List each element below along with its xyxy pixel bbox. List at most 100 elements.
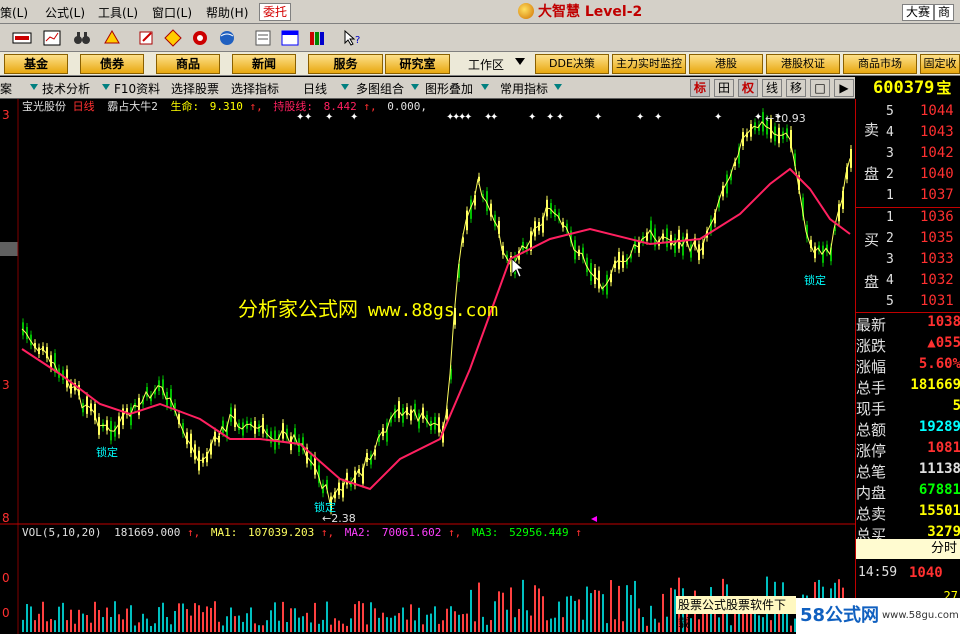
ma1-label: MA1:: [211, 526, 238, 539]
tech-dropdown-icon[interactable]: [30, 84, 38, 90]
note-icon[interactable]: [253, 29, 273, 47]
stat-total-sell: 总卖 15501: [856, 502, 960, 524]
books-icon[interactable]: [308, 29, 328, 47]
f10-dropdown-icon[interactable]: [102, 84, 110, 90]
alert-icon[interactable]: [102, 29, 122, 47]
func-f10[interactable]: F10资料: [114, 80, 160, 97]
nav-commodity[interactable]: 商品: [156, 54, 220, 74]
multi-dropdown-icon[interactable]: [411, 84, 419, 90]
binoculars-icon[interactable]: [72, 29, 92, 47]
workzone-label[interactable]: 工作区: [468, 56, 504, 73]
menu-window[interactable]: 窗口(L): [152, 4, 192, 21]
pen-icon[interactable]: [137, 29, 157, 47]
nav-research[interactable]: 研究室: [385, 54, 450, 74]
sell-row-2[interactable]: 2 1040: [856, 165, 960, 185]
ma2-label: MA2:: [345, 526, 372, 539]
buy-row-1[interactable]: 1 1036: [856, 208, 960, 228]
download-banner[interactable]: 股票公式股票软件下载: [676, 596, 796, 630]
func-multi-chart[interactable]: 多图组合: [356, 80, 404, 97]
menu-strategy[interactable]: 策(L): [0, 4, 28, 21]
play-button[interactable]: ▶: [834, 79, 854, 97]
grid-button[interactable]: 田: [714, 79, 734, 97]
diamond-icon[interactable]: [163, 29, 183, 47]
high-value: 10.93: [774, 112, 806, 125]
stock-code[interactable]: 600379 宝: [855, 77, 960, 99]
nav-bond[interactable]: 债券: [80, 54, 144, 74]
chart-grid-icon[interactable]: [42, 29, 62, 47]
sell-row-4[interactable]: 4 1043: [856, 123, 960, 143]
buy-row-2[interactable]: 2 1035: [856, 229, 960, 249]
stat-label: 内盘: [856, 484, 887, 502]
nav-service[interactable]: 服务: [308, 54, 383, 74]
func-plan[interactable]: 案: [0, 80, 12, 97]
nav-commodity-market[interactable]: 商品市场: [843, 54, 917, 74]
svg-text:✦: ✦: [636, 112, 644, 123]
window-icon[interactable]: [280, 29, 300, 47]
indicator-dropdown-icon[interactable]: [554, 84, 562, 90]
function-bar: 案 技术分析 F10资料 选择股票 选择指标 日线 多图组合 图形叠加 常用指标…: [0, 77, 960, 99]
buy-row-3[interactable]: 3 1033: [856, 250, 960, 270]
menu-help[interactable]: 帮助(H): [206, 4, 248, 21]
nav-bar: 基金 债券 商品 新闻 服务 研究室 工作区 DDE决策 主力实时监控 港股 港…: [0, 52, 960, 76]
workzone-dropdown-icon[interactable]: [515, 58, 525, 65]
menu-formula[interactable]: 公式(L): [45, 4, 85, 21]
move-button[interactable]: 移: [786, 79, 806, 97]
func-tech-analysis[interactable]: 技术分析: [42, 80, 90, 97]
contest-tag[interactable]: 大赛: [902, 4, 935, 21]
app-title-text: 大智慧 Level-2: [538, 4, 643, 20]
nav-news[interactable]: 新闻: [232, 54, 296, 74]
delegate-button[interactable]: 委托: [259, 3, 291, 21]
func-overlay[interactable]: 图形叠加: [425, 80, 473, 97]
stat-value: 1038: [927, 314, 960, 330]
timeshare-tab[interactable]: 分时: [856, 539, 960, 559]
target-icon[interactable]: [190, 29, 210, 47]
daily-dropdown-icon[interactable]: [341, 84, 349, 90]
ma1-value: 107039.203: [248, 526, 314, 539]
market-icon[interactable]: [12, 29, 32, 47]
sell-row-3[interactable]: 3 1042: [856, 144, 960, 164]
watermark: 分析家公式网 www.88gs.com: [238, 293, 498, 322]
svg-text:✦: ✦: [714, 112, 722, 123]
nav-fixed-income[interactable]: 固定收: [920, 54, 960, 74]
stat-inner-volume: 内盘 67881: [856, 481, 960, 503]
nav-fund[interactable]: 基金: [4, 54, 68, 74]
overlay-dropdown-icon[interactable]: [481, 84, 489, 90]
stat-label: 涨跌: [856, 337, 887, 355]
func-select-indicator[interactable]: 选择指标: [231, 80, 279, 97]
help-pointer-icon[interactable]: ?: [343, 29, 363, 47]
mark-button[interactable]: 标: [690, 79, 710, 97]
nav-main-monitor[interactable]: 主力实时监控: [612, 54, 686, 74]
frame-button[interactable]: □: [810, 79, 830, 97]
buy-row-4[interactable]: 4 1032: [856, 271, 960, 291]
lock-label-2: 锁定: [314, 500, 336, 514]
shop-tag[interactable]: 商: [934, 4, 955, 21]
kline-chart-canvas[interactable]: 3 3 8 0 0 宝光股份 日线 霸占大牛2 生命: 9.310 ↑, 持股线…: [0, 99, 855, 634]
nav-hk-warrant[interactable]: 港股权证: [766, 54, 840, 74]
sell-price: 1037: [920, 187, 954, 203]
kline-chart[interactable]: 3 3 8 0 0 宝光股份 日线 霸占大牛2 生命: 9.310 ↑, 持股线…: [0, 99, 855, 634]
sell-level: 1: [886, 188, 894, 203]
sell-row-5[interactable]: 5 1044: [856, 102, 960, 122]
buy-price: 1031: [920, 293, 954, 309]
hold-label: 持股线:: [273, 99, 313, 113]
globe-icon[interactable]: [217, 29, 237, 47]
stat-label: 涨停: [856, 442, 887, 460]
stat-current-volume: 现手 5: [856, 397, 960, 419]
rights-button[interactable]: 权: [738, 79, 758, 97]
buy-row-5[interactable]: 5 1031: [856, 292, 960, 312]
svg-text:✦: ✦: [464, 112, 472, 123]
watermark-url: www.88gs.com: [368, 300, 499, 321]
vol-axis-top-label: 0: [2, 571, 10, 585]
nav-hk-stock[interactable]: 港股: [689, 54, 763, 74]
nav-dde[interactable]: DDE决策: [535, 54, 609, 74]
func-common-indicator[interactable]: 常用指标: [500, 80, 548, 97]
app-title: 大智慧 Level-2: [518, 3, 698, 21]
vol-axis-bot-label: 0: [2, 606, 10, 620]
buy-level: 3: [886, 252, 894, 267]
func-daily[interactable]: 日线: [303, 80, 327, 97]
menu-tools[interactable]: 工具(L): [98, 4, 138, 21]
func-select-stock[interactable]: 选择股票: [171, 80, 219, 97]
stat-change-pct: 涨幅 5.60%: [856, 355, 960, 377]
sell-row-1[interactable]: 1 1037: [856, 186, 960, 206]
line-button[interactable]: 线: [762, 79, 782, 97]
